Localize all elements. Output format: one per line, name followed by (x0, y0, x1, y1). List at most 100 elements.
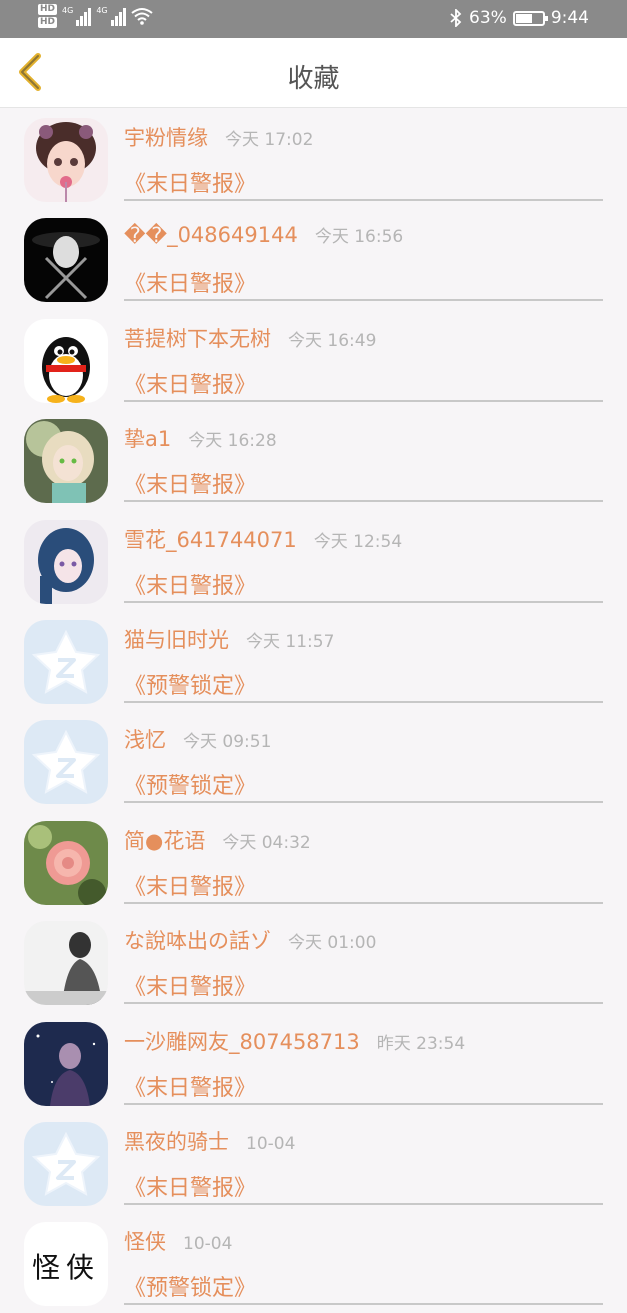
item-meta: 雪花_641744071 今天 12:54 (124, 524, 402, 554)
list-item[interactable]: 挚a1 今天 16:28 《末日警报》 (0, 409, 627, 509)
item-meta: 宇粉情缘 今天 17:02 (124, 122, 313, 152)
timestamp: 今天 16:49 (288, 330, 377, 351)
book-title[interactable]: 《末日警报》 (124, 568, 256, 600)
user-name[interactable]: 黑夜的骑士 (124, 1126, 229, 1156)
divider (124, 1002, 603, 1005)
timestamp: 今天 16:56 (314, 227, 404, 248)
item-meta: 怪侠 10-04 (124, 1226, 232, 1256)
signal-icon: 4G (62, 6, 92, 26)
divider (124, 500, 603, 503)
network-indicators: HD HD 4G 4G (38, 4, 153, 28)
user-name[interactable]: 雪花_641744071 (124, 524, 297, 554)
list-item[interactable]: 一沙雕网友_807458713 昨天 23:54 《末日警报》 (0, 1012, 627, 1112)
book-title[interactable]: 《末日警报》 (124, 1170, 256, 1202)
battery-icon (512, 10, 548, 26)
list-item[interactable]: な說呠出の話ゾ 今天 01:00 《末日警报》 (0, 911, 627, 1011)
item-meta: 浅忆 今天 09:51 (124, 724, 271, 754)
system-indicators: 63% 9:44 (449, 8, 589, 28)
favorites-list: 宇粉情缘 今天 17:02 《末日警报》 ��_048649144 今天 16:56 《末… (0, 108, 627, 1313)
divider (124, 901, 603, 904)
divider (124, 299, 603, 302)
qzone-default-avatar[interactable] (24, 619, 108, 704)
bw-photo-avatar[interactable] (24, 921, 108, 1006)
book-title[interactable]: 《预警锁定》 (124, 1270, 256, 1302)
divider (124, 399, 603, 402)
list-item[interactable]: 雪花_641744071 今天 12:54 《末日警报》 (0, 510, 627, 610)
user-name[interactable]: 简●花语 (124, 825, 205, 855)
book-title[interactable]: 《末日警报》 (124, 467, 256, 499)
list-item[interactable]: 黑夜的骑士 10-04 《末日警报》 (0, 1112, 627, 1212)
calligraphy-text: 怪侠 (31, 1251, 100, 1285)
book-title[interactable]: 《预警锁定》 (124, 668, 256, 700)
hd-badge: HD (38, 17, 58, 28)
divider (124, 1303, 603, 1306)
timestamp: 今天 12:54 (313, 531, 403, 552)
list-item[interactable]: 菩提树下本无树 今天 16:49 《末日警报》 (0, 309, 627, 409)
timestamp: 今天 11:57 (246, 631, 335, 652)
user-name[interactable]: 菩提树下本无树 (124, 323, 271, 353)
list-item[interactable]: 怪侠 怪侠 10-04 《预警锁定》 (0, 1212, 627, 1312)
battery-percent: 63% (469, 8, 507, 28)
divider (124, 1202, 603, 1205)
wifi-icon (130, 8, 153, 25)
user-name[interactable]: 宇粉情缘 (124, 122, 208, 152)
timestamp: 10-04 (183, 1234, 233, 1255)
hd-badge: HD (38, 4, 58, 15)
bluetooth-icon (450, 9, 462, 27)
list-item[interactable]: 简●花语 今天 04:32 《末日警报》 (0, 811, 627, 911)
mask-avatar[interactable] (24, 218, 108, 303)
fairy-avatar[interactable] (24, 419, 108, 504)
list-item[interactable]: ��_048649144 今天 16:56 《末日警报》 (0, 208, 627, 308)
user-name[interactable]: 挚a1 (124, 423, 171, 453)
clock: 9:44 (550, 8, 589, 28)
book-title[interactable]: 《末日警报》 (124, 1070, 256, 1102)
network-type-label: 4G (96, 6, 108, 15)
page-title: 收藏 (287, 64, 340, 94)
divider (124, 199, 603, 201)
book-title[interactable]: 《末日警报》 (124, 266, 256, 298)
book-title[interactable]: 《末日警报》 (124, 166, 256, 198)
user-name[interactable]: な說呠出の話ゾ (124, 925, 271, 955)
timestamp: 10-04 (246, 1133, 296, 1154)
item-meta: 一沙雕网友_807458713 昨天 23:54 (124, 1026, 465, 1056)
book-title[interactable]: 《末日警报》 (124, 869, 256, 901)
timestamp: 昨天 23:54 (376, 1033, 466, 1054)
qq-penguin-avatar[interactable] (24, 318, 108, 403)
item-meta: 菩提树下本无树 今天 16:49 (124, 323, 376, 353)
qzone-default-avatar[interactable] (24, 1121, 108, 1206)
item-meta: 挚a1 今天 16:28 (124, 423, 277, 453)
user-name[interactable]: 一沙雕网友_807458713 (124, 1026, 360, 1056)
divider (124, 700, 603, 703)
user-name[interactable]: 浅忆 (124, 724, 166, 754)
user-name[interactable]: ��_048649144 (124, 223, 298, 247)
book-title[interactable]: 《末日警报》 (124, 969, 256, 1001)
timestamp: 今天 09:51 (183, 732, 272, 753)
book-title[interactable]: 《末日警报》 (124, 367, 256, 399)
signal-icon: 4G (96, 6, 126, 26)
item-meta: 简●花语 今天 04:32 (124, 825, 311, 855)
divider (124, 801, 603, 804)
divider (124, 600, 603, 603)
girl-avatar[interactable] (24, 118, 108, 202)
night-boy-avatar[interactable] (24, 1021, 108, 1106)
list-item[interactable]: 宇粉情缘 今天 17:02 《末日警报》 (0, 108, 627, 208)
hd-badges: HD HD (38, 4, 58, 28)
item-meta: な說呠出の話ゾ 今天 01:00 (124, 925, 376, 955)
calligraphy-avatar[interactable]: 怪侠 (24, 1222, 108, 1307)
book-title[interactable]: 《预警锁定》 (124, 768, 256, 800)
status-bar: HD HD 4G 4G 63% 9:44 (0, 0, 627, 38)
qzone-default-avatar[interactable] (24, 720, 108, 805)
blue-hair-avatar[interactable] (24, 519, 108, 604)
rose-avatar[interactable] (24, 820, 108, 905)
network-type-label: 4G (62, 6, 74, 15)
item-meta: ��_048649144 今天 16:56 (124, 222, 403, 247)
top-app-bar: 收藏 (0, 38, 627, 108)
list-item[interactable]: 猫与旧时光 今天 11:57 《预警锁定》 (0, 610, 627, 710)
timestamp: 今天 16:28 (188, 431, 277, 452)
divider (124, 1102, 603, 1105)
timestamp: 今天 04:32 (222, 832, 311, 853)
user-name[interactable]: 猫与旧时光 (124, 624, 229, 654)
item-meta: 猫与旧时光 今天 11:57 (124, 624, 334, 654)
list-item[interactable]: 浅忆 今天 09:51 《预警锁定》 (0, 710, 627, 810)
user-name[interactable]: 怪侠 (124, 1226, 166, 1256)
